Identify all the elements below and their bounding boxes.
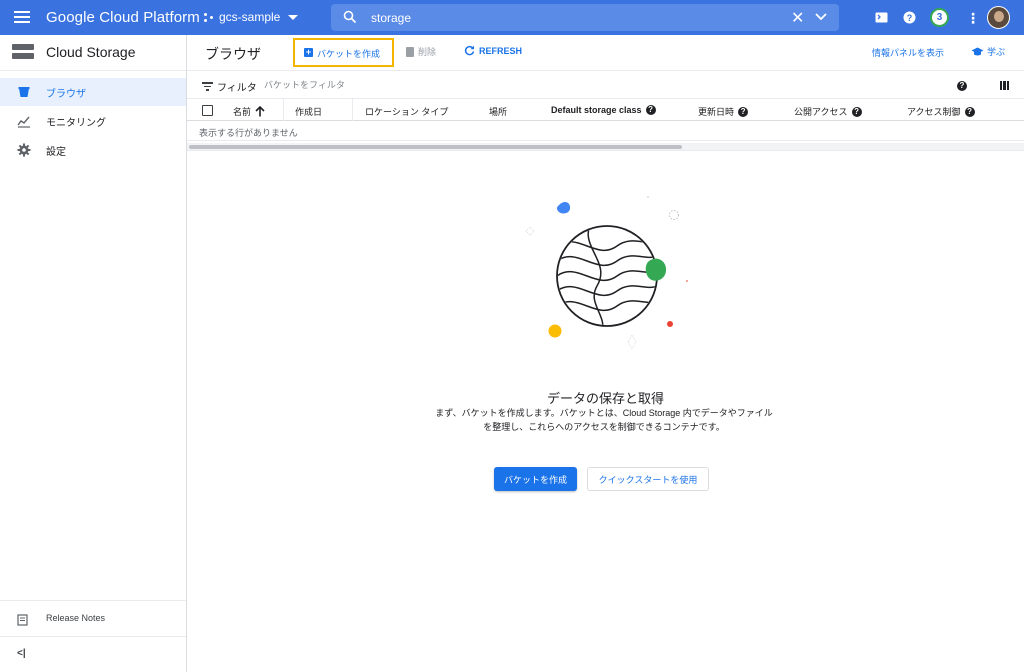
cloud-shell-icon[interactable] [873,9,890,26]
column-header-name[interactable]: 名前 [233,105,265,118]
sidebar-item-browser[interactable]: ブラウザ [0,78,186,106]
column-header-created[interactable]: 作成日 [295,105,322,118]
filter-icon [202,82,213,91]
gear-icon [17,143,31,157]
sidebar-item-label: ブラウザ [46,89,86,100]
trash-icon [406,46,414,57]
school-icon [971,47,984,55]
chart-icon [17,116,30,128]
search-box[interactable]: ✕ [331,4,839,31]
delete-label: 削除 [418,47,437,57]
collapse-sidebar-button[interactable]: <| [0,636,186,672]
show-info-panel-button[interactable]: 情報パネルを表示 [872,46,944,59]
help-icon[interactable]: ? [851,106,862,117]
sidebar-item-label: 設定 [46,147,66,158]
column-label: 名前 [233,107,252,117]
horizontal-scrollbar[interactable] [187,143,1024,151]
create-bucket-label: バケットを作成 [317,49,381,59]
help-icon[interactable]: ? [964,106,975,117]
column-label: 公開アクセス [794,107,848,117]
menu-icon[interactable] [14,11,30,23]
column-header-updated[interactable]: 更新日時 ? [698,105,749,118]
more-vert-icon[interactable]: ⋮ [966,10,980,27]
create-bucket-button[interactable]: + バケットを作成 [293,38,394,67]
toolbar: ブラウザ + バケットを作成 削除 REFRESH 情報パネルを表示 学ぶ [187,35,1024,71]
sidebar-item-settings[interactable]: 設定 [0,136,186,164]
table-empty-row: 表示する行がありません [187,121,1024,141]
column-divider [283,99,284,121]
empty-table-text: 表示する行がありません [199,128,298,138]
project-name: gcs-sample [219,10,281,24]
column-header-location[interactable]: 場所 [489,105,507,118]
svg-text:?: ? [907,13,913,23]
red-dot [667,321,673,327]
main-content: ブラウザ + バケットを作成 削除 REFRESH 情報パネルを表示 学ぶ フィ… [187,35,1024,672]
notes-icon [17,614,28,626]
top-app-bar: Google Cloud Platform gcs-sample ✕ ? 3 ⋮ [0,0,1024,35]
column-label: Default storage class [551,105,642,115]
yellow-dot [548,324,562,338]
release-notes-label: Release Notes [46,613,106,623]
empty-state-description: まず、バケットを作成します。バケットとは、Cloud Storage 内でデータ… [435,408,773,432]
clear-search-icon[interactable]: ✕ [791,8,804,28]
sidebar-item-label: モニタリング [46,118,106,129]
column-divider [352,99,353,121]
dot [647,196,649,198]
sidebar-header: Cloud Storage [0,35,186,71]
column-header-access-control[interactable]: アクセス制御 ? [907,105,975,118]
search-icon [343,10,357,24]
release-notes-link[interactable]: Release Notes [0,600,186,636]
project-selector[interactable]: gcs-sample [203,10,299,24]
column-label: アクセス制御 [907,107,961,117]
expand-search-icon[interactable] [815,12,827,22]
project-icon [204,12,213,22]
column-label: 更新日時 [698,107,735,117]
sort-ascending-icon [255,106,265,117]
filter-label: フィルタ [217,83,257,94]
green-blob [645,258,667,281]
help-icon[interactable]: ? [645,105,656,115]
notifications-badge[interactable]: 3 [930,8,949,27]
scrollbar-thumb[interactable] [189,145,682,149]
empty-state-title: データの保存と取得 [546,391,664,406]
column-header-public-access[interactable]: 公開アクセス ? [794,105,862,118]
dotted-diamond [525,226,535,236]
help-icon[interactable]: ? [957,81,967,91]
filter-input[interactable] [264,76,664,94]
dot [686,280,688,282]
dotted-circle [669,210,679,220]
storage-icon [12,44,34,60]
globe-outline [556,225,658,327]
add-box-icon: + [304,47,313,57]
sidebar-item-monitoring[interactable]: モニタリング [0,107,186,135]
refresh-label: REFRESH [479,45,523,56]
page-title: ブラウザ [205,46,261,62]
filter-bar: フィルタ ? [187,71,1024,99]
dotted-diamond [627,333,637,351]
app-title[interactable]: Google Cloud Platform [46,9,200,26]
blue-blob [556,202,571,214]
delete-button[interactable]: 削除 [406,45,436,58]
help-icon[interactable]: ? [901,9,918,26]
column-display-icon[interactable] [1000,81,1009,90]
bucket-icon [18,87,30,97]
collapse-icon: <| [17,648,26,659]
learn-button[interactable]: 学ぶ [971,45,1005,58]
avatar[interactable] [987,6,1010,29]
product-title: Cloud Storage [46,44,136,60]
refresh-icon [464,45,475,56]
select-all-checkbox[interactable] [202,105,213,116]
search-input[interactable] [371,8,771,27]
sidebar: Cloud Storage ブラウザ モニタリング 設定 Release Not… [0,35,187,672]
column-header-location-type[interactable]: ロケーション タイプ [365,105,448,118]
column-header-storage-class[interactable]: Default storage class ? [551,105,656,115]
create-bucket-primary-button[interactable]: バケットを作成 [494,467,577,491]
quickstart-button[interactable]: クイックスタートを使用 [587,467,709,491]
help-icon[interactable]: ? [738,106,749,117]
table-header: 名前 作成日 ロケーション タイプ 場所 Default storage cla… [187,99,1024,121]
chevron-down-icon [288,14,299,20]
globe-illustration [525,196,688,351]
learn-label: 学ぶ [987,47,1006,57]
refresh-button[interactable]: REFRESH [464,45,522,56]
